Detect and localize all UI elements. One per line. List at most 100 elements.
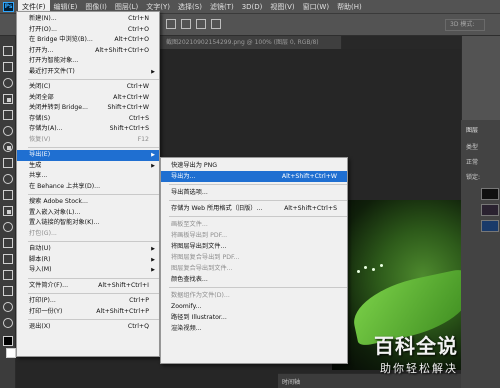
menu-item-label: 打开(O)...: [29, 25, 57, 33]
file-menu-item[interactable]: 导出(E) ▶: [17, 150, 159, 161]
document-tab[interactable]: 截图20210902154299.png @ 100% (图层 0, RGB/8…: [160, 36, 342, 49]
align-icon[interactable]: [166, 19, 176, 29]
pen-tool-icon[interactable]: [3, 238, 13, 248]
healing-brush-tool-icon[interactable]: [3, 142, 13, 152]
menu-item-shortcut: Alt+Ctrl+W: [113, 93, 149, 101]
options-icons: [166, 19, 221, 29]
export-menu-item[interactable]: Zoomify...: [161, 301, 347, 312]
export-menu-item[interactable]: 快速导出为 PNG: [161, 160, 347, 171]
timeline-label[interactable]: 时间轴: [282, 377, 300, 386]
menubar-item[interactable]: 3D(D): [238, 0, 267, 14]
brush-tool-icon[interactable]: [3, 158, 13, 168]
menu-item-label: 打印一份(Y): [29, 307, 63, 315]
lasso-tool-icon[interactable]: [3, 78, 13, 88]
export-menu-item: 图层复合导出到文件...: [161, 263, 347, 274]
file-menu: 新建(N)... Ctrl+N 打开(O)... Ctrl+O 在 Bridge 中浏览…: [16, 11, 160, 357]
file-menu-item[interactable]: 打印一份(Y) Alt+Shift+Ctrl+P: [17, 307, 159, 318]
export-menu-item[interactable]: 渲染视频...: [161, 323, 347, 334]
gradient-tool-icon[interactable]: [3, 206, 13, 216]
quick-select-tool-icon[interactable]: [3, 94, 13, 104]
menu-separator: [28, 79, 159, 80]
export-menu-item[interactable]: 导出首选项...: [161, 187, 347, 198]
file-menu-item[interactable]: 打开为智能对象...: [17, 56, 159, 67]
file-menu-item[interactable]: 共享...: [17, 171, 159, 182]
menu-item-label: 最近打开文件(T): [29, 67, 75, 75]
menubar-item[interactable]: 帮助(H): [333, 0, 366, 14]
zoom-tool-icon[interactable]: [3, 318, 13, 328]
file-menu-item[interactable]: 文件简介(F)... Alt+Shift+Ctrl+I: [17, 281, 159, 292]
menu-item-label: 快速导出为 PNG: [171, 162, 218, 169]
distribute-icon[interactable]: [211, 19, 221, 29]
dodge-tool-icon[interactable]: [3, 222, 13, 232]
menubar-item[interactable]: 滤镜(T): [206, 0, 238, 14]
file-menu-item[interactable]: 最近打开文件(T) ▶: [17, 67, 159, 78]
file-menu-item[interactable]: 退出(X) Ctrl+Q: [17, 322, 159, 333]
align-icon[interactable]: [181, 19, 191, 29]
background-color-swatch[interactable]: [6, 348, 16, 358]
file-menu-item[interactable]: 自动(U) ▶: [17, 244, 159, 255]
file-menu-item[interactable]: 搜索 Adobe Stock...: [17, 197, 159, 208]
menu-item-label: 关闭全部: [29, 93, 54, 101]
file-menu-item[interactable]: 打开为... Alt+Shift+Ctrl+O: [17, 46, 159, 57]
export-menu-item[interactable]: 将图层导出到文件...: [161, 241, 347, 252]
file-menu-item[interactable]: 在 Behance 上共享(D)...: [17, 182, 159, 193]
file-menu-item[interactable]: 关闭并转到 Bridge... Shift+Ctrl+W: [17, 103, 159, 114]
clone-stamp-tool-icon[interactable]: [3, 174, 13, 184]
file-menu-item[interactable]: 新建(N)... Ctrl+N: [17, 14, 159, 25]
mode-3d-label[interactable]: 3D 模式:: [445, 19, 485, 31]
menubar-item[interactable]: 窗口(W): [299, 0, 333, 14]
export-menu-item[interactable]: 导出为... Alt+Shift+Ctrl+W: [161, 171, 347, 182]
menu-item-label: 数据组作为文件(D)...: [171, 292, 230, 299]
export-menu-item[interactable]: 路径到 Illustrator...: [161, 312, 347, 323]
foreground-color-swatch[interactable]: [3, 336, 13, 346]
file-menu-item[interactable]: 存储(S) Ctrl+S: [17, 114, 159, 125]
menu-item-label: 画板至文件...: [171, 221, 208, 228]
layer-thumbnail[interactable]: [481, 220, 499, 232]
menu-separator: [169, 184, 347, 185]
submenu-arrow-icon: ▶: [151, 246, 155, 252]
file-menu-item[interactable]: 置入嵌入对象(L)...: [17, 208, 159, 219]
file-menu-item[interactable]: 打印(P)... Ctrl+P: [17, 296, 159, 307]
menu-item-label: 在 Bridge 中浏览(B)...: [29, 36, 93, 43]
marquee-tool-icon[interactable]: [3, 62, 13, 72]
menubar-item[interactable]: 选择(S): [174, 0, 206, 14]
file-menu-item[interactable]: 置入链接的智能对象(K)...: [17, 218, 159, 229]
file-menu-item[interactable]: 生成 ▶: [17, 161, 159, 172]
menu-item-label: 导出(E): [29, 151, 51, 158]
menu-separator: [28, 277, 159, 279]
water-drop: [357, 270, 360, 273]
file-menu-list: 新建(N)... Ctrl+N 打开(O)... Ctrl+O 在 Bridge 中浏览…: [17, 12, 159, 333]
file-menu-item[interactable]: 在 Bridge 中浏览(B)... Alt+Ctrl+O: [17, 35, 159, 46]
distribute-icon[interactable]: [196, 19, 206, 29]
water-drop: [380, 264, 383, 267]
file-menu-item[interactable]: 存储为(A)... Shift+Ctrl+S: [17, 124, 159, 135]
type-tool-icon[interactable]: [3, 254, 13, 264]
menu-separator: [169, 216, 347, 217]
menu-separator: [28, 293, 159, 294]
export-menu-item[interactable]: 颜色查找表...: [161, 274, 347, 285]
menu-item-label: 打包(G)...: [29, 229, 57, 237]
menu-item-label: 存储为 Web 所用格式（旧版）...: [171, 205, 263, 212]
layer-thumbnail[interactable]: [481, 188, 499, 200]
layers-panel-title[interactable]: 图层: [466, 125, 478, 134]
layer-kind-filter[interactable]: 类型: [466, 142, 478, 151]
menubar-item[interactable]: 视图(V): [266, 0, 298, 14]
file-menu-item[interactable]: 导入(M) ▶: [17, 265, 159, 276]
eyedropper-tool-icon[interactable]: [3, 126, 13, 136]
file-menu-item[interactable]: 关闭(C) Ctrl+W: [17, 82, 159, 93]
layer-thumbnail[interactable]: [481, 204, 499, 216]
file-menu-item[interactable]: 打开(O)... Ctrl+O: [17, 25, 159, 36]
file-menu-item[interactable]: 脚本(R) ▶: [17, 255, 159, 266]
rectangle-tool-icon[interactable]: [3, 286, 13, 296]
hand-tool-icon[interactable]: [3, 302, 13, 312]
crop-tool-icon[interactable]: [3, 110, 13, 120]
submenu-arrow-icon: ▶: [151, 162, 155, 169]
export-menu-item[interactable]: 存储为 Web 所用格式（旧版）... Alt+Shift+Ctrl+S: [161, 203, 347, 214]
file-menu-item[interactable]: 关闭全部 Alt+Ctrl+W: [17, 93, 159, 104]
blend-mode-select[interactable]: 正常: [466, 157, 478, 166]
path-selection-tool-icon[interactable]: [3, 270, 13, 280]
move-tool-icon[interactable]: [3, 46, 13, 56]
menu-item-shortcut: Ctrl+S: [128, 114, 149, 122]
eraser-tool-icon[interactable]: [3, 190, 13, 200]
export-submenu-list: 快速导出为 PNG 导出为... Alt+Shift+Ctrl+W 导出首选项... 存…: [161, 158, 347, 334]
